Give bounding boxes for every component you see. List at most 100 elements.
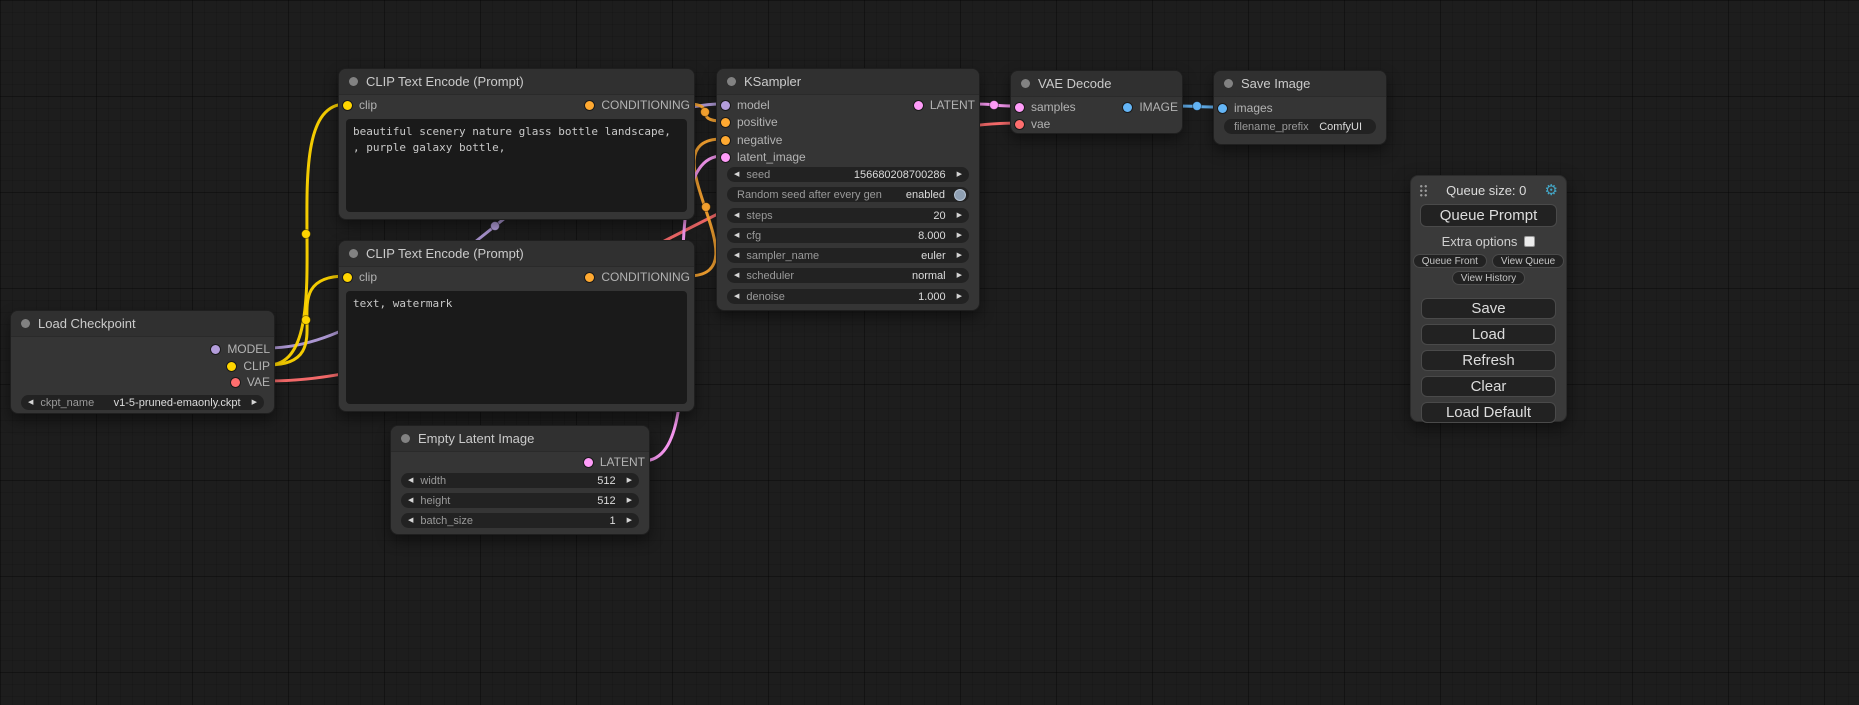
prev-value-arrow-icon[interactable]: ◀ (727, 248, 746, 263)
input-slot-vae[interactable]: vae (1015, 116, 1050, 132)
node-ksampler[interactable]: KSampler model LATENT positive negative … (716, 68, 980, 311)
input-slot-clip[interactable]: clip (343, 269, 377, 285)
slot-dot-clip[interactable] (343, 273, 352, 282)
output-slot-conditioning[interactable]: CONDITIONING (585, 269, 690, 285)
decrement-arrow-icon[interactable]: ◀ (727, 228, 746, 243)
output-slot-latent[interactable]: LATENT (914, 97, 975, 113)
slot-dot-latent[interactable] (584, 458, 593, 467)
increment-arrow-icon[interactable]: ▶ (950, 228, 969, 243)
view-history-button[interactable]: View History (1452, 271, 1525, 285)
node-title-bar[interactable]: CLIP Text Encode (Prompt) (339, 241, 694, 267)
output-slot-latent[interactable]: LATENT (584, 454, 645, 470)
input-slot-positive[interactable]: positive (721, 114, 778, 130)
node-save-image[interactable]: Save Image images filename_prefix ComfyU… (1213, 70, 1387, 145)
collapse-dot[interactable] (21, 319, 30, 328)
node-title-bar[interactable]: KSampler (717, 69, 979, 95)
widget-batch-size[interactable]: ◀ batch_size 1 ▶ (401, 513, 639, 528)
toggle-dot-icon[interactable] (954, 189, 966, 201)
decrement-arrow-icon[interactable]: ◀ (727, 289, 746, 304)
queue-panel[interactable]: Queue size: 0 ⚙ Queue Prompt Extra optio… (1410, 175, 1567, 422)
queue-front-button[interactable]: Queue Front (1413, 254, 1487, 268)
slot-dot-latent[interactable] (1015, 103, 1024, 112)
node-load-checkpoint[interactable]: Load Checkpoint MODEL CLIP VAE ◀ ckpt_na… (10, 310, 275, 414)
widget-steps[interactable]: ◀ steps 20 ▶ (727, 208, 969, 223)
widget-seed[interactable]: ◀ seed 156680208700286 ▶ (727, 167, 969, 182)
output-slot-clip[interactable]: CLIP (227, 358, 270, 374)
next-value-arrow-icon[interactable]: ▶ (950, 268, 969, 283)
load-default-button[interactable]: Load Default (1421, 402, 1556, 423)
prev-value-arrow-icon[interactable]: ◀ (727, 268, 746, 283)
decrement-arrow-icon[interactable]: ◀ (727, 208, 746, 223)
input-slot-negative[interactable]: negative (721, 132, 782, 148)
decrement-arrow-icon[interactable]: ◀ (401, 473, 420, 488)
slot-dot-image[interactable] (1123, 103, 1132, 112)
slot-dot-vae[interactable] (1015, 120, 1024, 129)
next-value-arrow-icon[interactable]: ▶ (950, 248, 969, 263)
node-title-bar[interactable]: VAE Decode (1011, 71, 1182, 97)
extra-options-checkbox[interactable] (1524, 236, 1535, 247)
node-title-bar[interactable]: Empty Latent Image (391, 426, 649, 452)
widget-sampler-name[interactable]: ◀ sampler_name euler ▶ (727, 248, 969, 263)
widget-denoise[interactable]: ◀ denoise 1.000 ▶ (727, 289, 969, 304)
increment-arrow-icon[interactable]: ▶ (950, 289, 969, 304)
node-vae-decode[interactable]: VAE Decode samples IMAGE vae (1010, 70, 1183, 134)
slot-dot-latent[interactable] (721, 153, 730, 162)
slot-dot-conditioning[interactable] (721, 118, 730, 127)
node-canvas[interactable]: Load Checkpoint MODEL CLIP VAE ◀ ckpt_na… (0, 0, 1859, 705)
collapse-dot[interactable] (727, 77, 736, 86)
widget-width[interactable]: ◀ width 512 ▶ (401, 473, 639, 488)
decrement-arrow-icon[interactable]: ◀ (727, 167, 746, 182)
node-title-bar[interactable]: CLIP Text Encode (Prompt) (339, 69, 694, 95)
collapse-dot[interactable] (1224, 79, 1233, 88)
prompt-text-input[interactable]: beautiful scenery nature glass bottle la… (346, 119, 687, 212)
increment-arrow-icon[interactable]: ▶ (950, 208, 969, 223)
view-queue-button[interactable]: View Queue (1492, 254, 1564, 268)
slot-dot-model[interactable] (721, 101, 730, 110)
input-slot-samples[interactable]: samples (1015, 99, 1076, 115)
widget-filename-prefix[interactable]: filename_prefix ComfyUI (1224, 119, 1376, 134)
output-slot-vae[interactable]: VAE (231, 374, 270, 390)
node-empty-latent-image[interactable]: Empty Latent Image LATENT ◀ width 512 ▶ … (390, 425, 650, 535)
increment-arrow-icon[interactable]: ▶ (620, 513, 639, 528)
node-title-bar[interactable]: Load Checkpoint (11, 311, 274, 337)
widget-ckpt-name[interactable]: ◀ ckpt_name v1-5-pruned-emaonly.ckpt ▶ (21, 395, 264, 410)
input-slot-model[interactable]: model (721, 97, 770, 113)
widget-height[interactable]: ◀ height 512 ▶ (401, 493, 639, 508)
clear-button[interactable]: Clear (1421, 376, 1556, 397)
decrement-arrow-icon[interactable]: ◀ (401, 493, 420, 508)
output-slot-image[interactable]: IMAGE (1123, 99, 1178, 115)
increment-arrow-icon[interactable]: ▶ (620, 493, 639, 508)
collapse-dot[interactable] (1021, 79, 1030, 88)
collapse-dot[interactable] (401, 434, 410, 443)
slot-dot-clip[interactable] (343, 101, 352, 110)
increment-arrow-icon[interactable]: ▶ (620, 473, 639, 488)
widget-random-seed-toggle[interactable]: Random seed after every gen enabled (727, 187, 969, 202)
input-slot-images[interactable]: images (1218, 100, 1273, 116)
load-button[interactable]: Load (1421, 324, 1556, 345)
slot-dot-vae[interactable] (231, 378, 240, 387)
widget-scheduler[interactable]: ◀ scheduler normal ▶ (727, 268, 969, 283)
collapse-dot[interactable] (349, 249, 358, 258)
slot-dot-conditioning[interactable] (721, 136, 730, 145)
slot-dot-latent[interactable] (914, 101, 923, 110)
output-slot-conditioning[interactable]: CONDITIONING (585, 97, 690, 113)
input-slot-latent-image[interactable]: latent_image (721, 149, 806, 165)
output-slot-model[interactable]: MODEL (211, 341, 270, 357)
save-button[interactable]: Save (1421, 298, 1556, 319)
node-clip-text-encode-negative[interactable]: CLIP Text Encode (Prompt) clip CONDITION… (338, 240, 695, 412)
node-title-bar[interactable]: Save Image (1214, 71, 1386, 97)
input-slot-clip[interactable]: clip (343, 97, 377, 113)
slot-dot-conditioning[interactable] (585, 273, 594, 282)
settings-gear-icon[interactable]: ⚙ (1545, 184, 1558, 198)
prev-value-arrow-icon[interactable]: ◀ (21, 395, 40, 410)
widget-cfg[interactable]: ◀ cfg 8.000 ▶ (727, 228, 969, 243)
queue-prompt-button[interactable]: Queue Prompt (1420, 204, 1557, 227)
decrement-arrow-icon[interactable]: ◀ (401, 513, 420, 528)
refresh-button[interactable]: Refresh (1421, 350, 1556, 371)
slot-dot-conditioning[interactable] (585, 101, 594, 110)
prompt-text-input[interactable]: text, watermark (346, 291, 687, 404)
drag-handle-icon[interactable] (1419, 184, 1428, 197)
node-clip-text-encode-positive[interactable]: CLIP Text Encode (Prompt) clip CONDITION… (338, 68, 695, 220)
slot-dot-image[interactable] (1218, 104, 1227, 113)
next-value-arrow-icon[interactable]: ▶ (245, 395, 264, 410)
